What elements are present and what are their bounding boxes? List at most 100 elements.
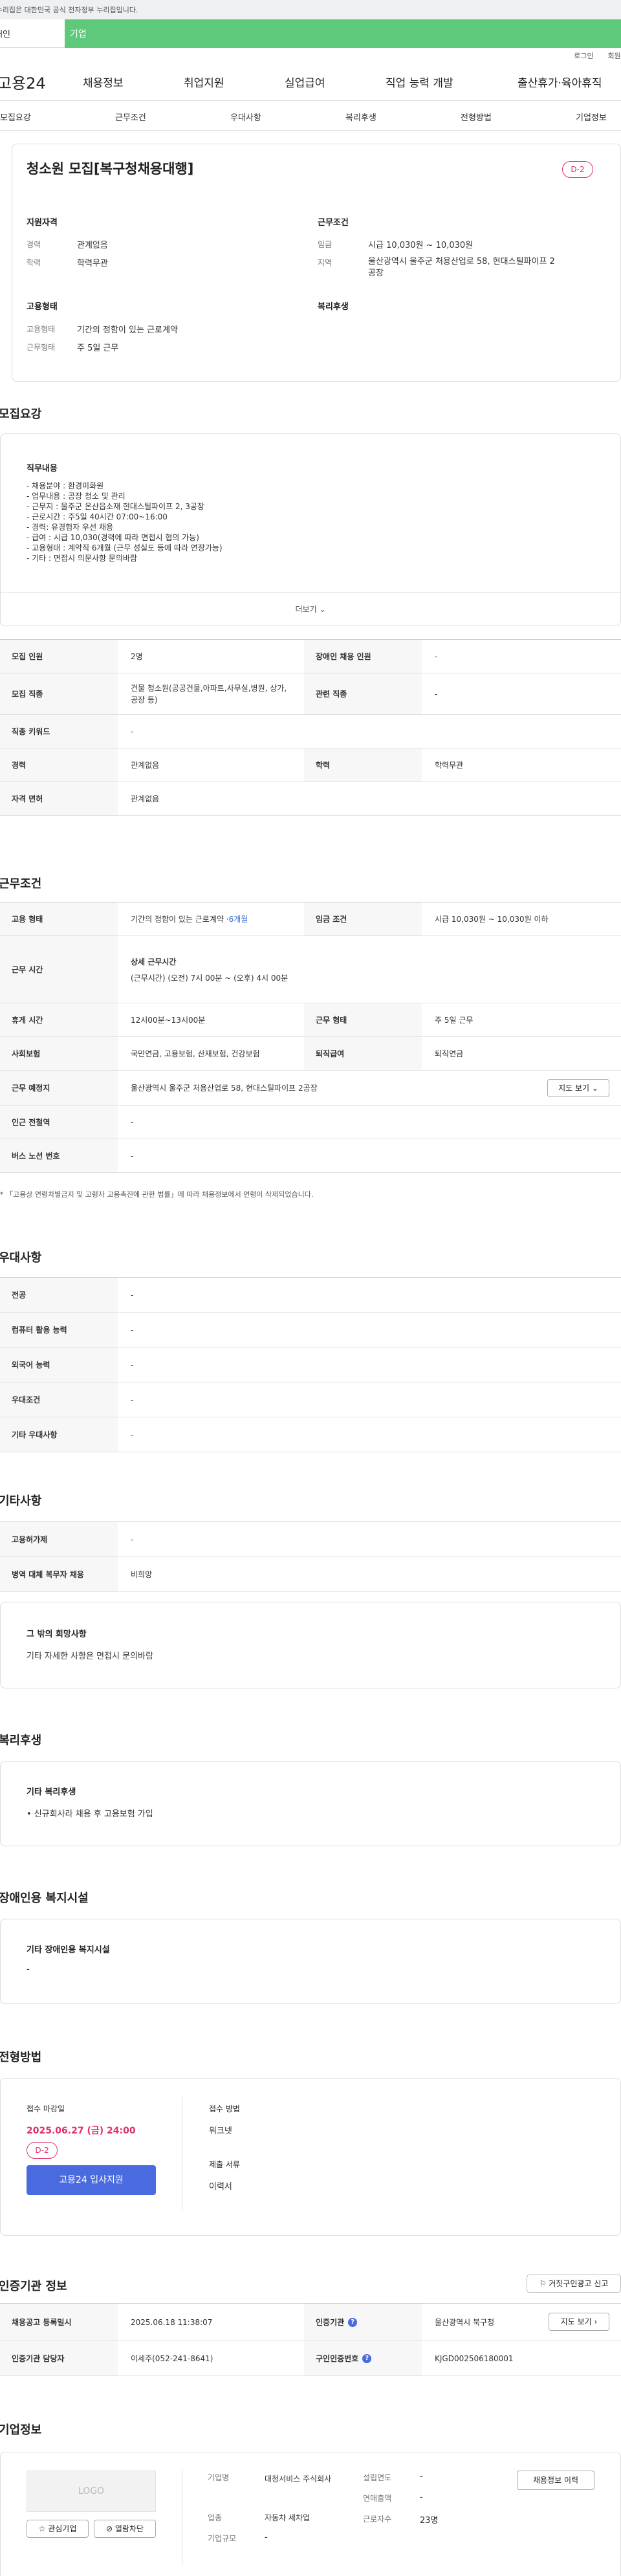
company-name-value: 대청서비스 주식회사: [265, 2474, 332, 2483]
row-header: 우대조건: [0, 1382, 118, 1417]
table-row: 병역 대체 복무자 채용 비희망: [0, 1557, 621, 1592]
snav-welfare[interactable]: 복리후생: [345, 111, 376, 123]
menu-leave[interactable]: 출산휴가·육아휴직: [518, 74, 602, 90]
pref-heading: 우대사항: [0, 1251, 42, 1265]
row-header: 전공: [0, 1278, 118, 1312]
row-value: -: [131, 1290, 134, 1300]
login-link[interactable]: 로그인: [574, 50, 593, 61]
menu-benefit[interactable]: 실업급여: [285, 74, 325, 90]
work-title: 근무조건: [318, 218, 349, 228]
row-header: 임금 조건: [304, 902, 422, 935]
cert-heading: 인증기관 정보: [0, 2280, 67, 2293]
dday-badge: D-2: [562, 161, 593, 178]
apply-button[interactable]: 고용24 입사지원: [27, 2165, 156, 2195]
recruit-table: 모집 인원 2명 장애인 채용 인원 - 모집 직종 건물 청소원(공공건물,아파트,사…: [0, 639, 621, 816]
row-value: 퇴직연금: [435, 1049, 464, 1058]
table-row: 자격 면허 관계없음: [0, 782, 621, 816]
row-value: -: [131, 726, 134, 736]
pref-table: 전공 - 컴퓨터 활용 능력 - 외국어 능력 - 우대조건 - 기타 우대사항 -: [0, 1277, 621, 1452]
table-row: 우대조건 -: [0, 1382, 621, 1417]
table-row: 근무 예정지 울산광역시 울주군 처용산업로 58, 현대스틸파이프 2공장 지도 …: [0, 1071, 621, 1106]
edu-label: 학력: [27, 258, 41, 267]
disab-heading: 장애인용 복지시설: [0, 1892, 89, 1905]
snav-company[interactable]: 기업정보: [576, 111, 607, 123]
block-button[interactable]: ⊘ 열람차단: [94, 2520, 156, 2538]
table-row: 고용허가제 -: [0, 1522, 621, 1557]
disab-value: -: [27, 1965, 30, 1974]
table-row: 사회보험 국민연금, 고용보험, 산재보험, 건강보험 퇴직급여 퇴직연금: [0, 1037, 621, 1071]
info-icon[interactable]: ?: [362, 2353, 372, 2363]
map-button[interactable]: 지도 보기 ⌄: [547, 1079, 609, 1097]
welfare-title: 복리후생: [318, 302, 349, 312]
history-button[interactable]: 채용정보 이력: [517, 2471, 594, 2490]
exp-value: 관계없음: [77, 241, 108, 250]
row-header: 사회보험: [0, 1037, 118, 1070]
table-row: 인근 전철역 -: [0, 1106, 621, 1139]
row-value: 시급 10,030원 ~ 10,030원 이하: [435, 915, 549, 924]
duty-line: - 근로시간 : 주5일 40시간 07:00~16:00: [27, 512, 168, 521]
table-row: 외국어 능력 -: [0, 1348, 621, 1382]
row-value: -: [131, 1395, 134, 1404]
cert-org-label: 인증기관: [316, 2318, 345, 2327]
row-value: 울산광역시 북구청: [435, 2318, 495, 2327]
disab-sub: 기타 장애인용 복지시설: [27, 1945, 110, 1955]
menu-training[interactable]: 직업 능력 개발: [386, 74, 453, 90]
detail-time-label: 상세 근무시간: [131, 957, 177, 966]
screen-heading: 전형방법: [0, 2051, 42, 2064]
snav-recruit[interactable]: 모집요강: [0, 111, 31, 123]
shape-value: 주 5일 근무: [77, 344, 119, 353]
row-value: 국민연금, 고용보험, 산재보험, 건강보험: [131, 1049, 260, 1058]
chevron-right-icon: ›: [594, 2317, 598, 2326]
menu-jobs[interactable]: 채용정보: [83, 74, 124, 90]
row-header: 모집 인원: [0, 640, 118, 673]
hope-value: 기타 자세한 사항은 면접시 문의바람: [27, 1652, 153, 1661]
more-button[interactable]: 더보기 ⌄: [1, 592, 620, 626]
snav-preference[interactable]: 우대사항: [230, 111, 261, 123]
util-bar: 로그인 회원가입: [0, 48, 621, 63]
tab-personal[interactable]: 개인: [0, 19, 65, 48]
fav-company-button[interactable]: ☆ 관심기업: [27, 2520, 89, 2538]
table-row: 인증기관 담당자 이세주(052-241-8641) 구인인증번호? KJGD0025…: [0, 2341, 621, 2376]
deadline-label: 접수 마감일: [27, 2104, 65, 2113]
row-header: 관련 직종: [304, 673, 422, 714]
method-label: 접수 방법: [209, 2104, 240, 2113]
block-icon: ⊘: [105, 2524, 113, 2533]
flag-icon: ⚐: [539, 2279, 547, 2288]
row-header: 컴퓨터 활용 능력: [0, 1313, 118, 1347]
report-button[interactable]: ⚐ 거짓구인광고 신고: [527, 2275, 621, 2293]
site-logo[interactable]: 고용24: [0, 71, 46, 93]
row-value: 관계없음: [131, 794, 160, 803]
dday-badge: D-2: [27, 2142, 58, 2159]
row-value: -: [131, 1117, 134, 1127]
etc-heading: 기타사항: [0, 1494, 42, 1508]
docs-label: 제출 서류: [209, 2160, 240, 2169]
wage-label: 임금: [318, 240, 332, 249]
cert-no-label: 구인인증번호: [316, 2354, 359, 2363]
table-row: 모집 인원 2명 장애인 채용 인원 -: [0, 640, 621, 673]
row-header: 직종 키워드: [0, 715, 118, 748]
row-value: 건물 청소원(공공건물,아파트,사무실,병원, 상가,공장 등): [131, 683, 287, 704]
row-header: 버스 노선 번호: [0, 1139, 118, 1172]
row-value: -: [435, 651, 438, 661]
hope-title: 그 밖의 희망사항: [27, 1630, 87, 1639]
join-link[interactable]: 회원가입: [608, 50, 621, 61]
table-row: 컴퓨터 활용 능력 -: [0, 1313, 621, 1348]
tab-company[interactable]: 기업: [65, 19, 621, 48]
row-value: 2025.06.18 11:38:07: [131, 2317, 213, 2327]
company-heading: 기업정보: [0, 2423, 42, 2437]
duty-line: - 고용형태 : 계약직 6개월 (근무 성실도 등에 따라 연장가능): [27, 543, 223, 552]
info-icon[interactable]: ?: [348, 2317, 358, 2327]
snav-screening[interactable]: 전형방법: [461, 111, 492, 123]
snav-conditions[interactable]: 근무조건: [115, 111, 146, 123]
size-value: -: [265, 2533, 268, 2542]
duty-content: - 채용분야 : 환경미화원 - 업무내용 : 공장 청소 및 관리 - 근무지 :…: [27, 481, 223, 563]
duty-line: - 업무내용 : 공장 청소 및 관리: [27, 492, 125, 501]
row-header: 기타 우대사항: [0, 1417, 118, 1452]
menu-employment[interactable]: 취업지원: [184, 74, 224, 90]
row-header: 병역 대체 복무자 채용: [0, 1557, 118, 1591]
row-value: -: [131, 1151, 134, 1161]
table-row: 모집 직종 건물 청소원(공공건물,아파트,사무실,병원, 상가,공장 등) 관련 …: [0, 673, 621, 715]
etc-table: 고용허가제 - 병역 대체 복무자 채용 비희망: [0, 1522, 621, 1592]
cert-map-button[interactable]: 지도 보기 ›: [549, 2313, 609, 2331]
row-header: 휴게 시간: [0, 1003, 118, 1036]
